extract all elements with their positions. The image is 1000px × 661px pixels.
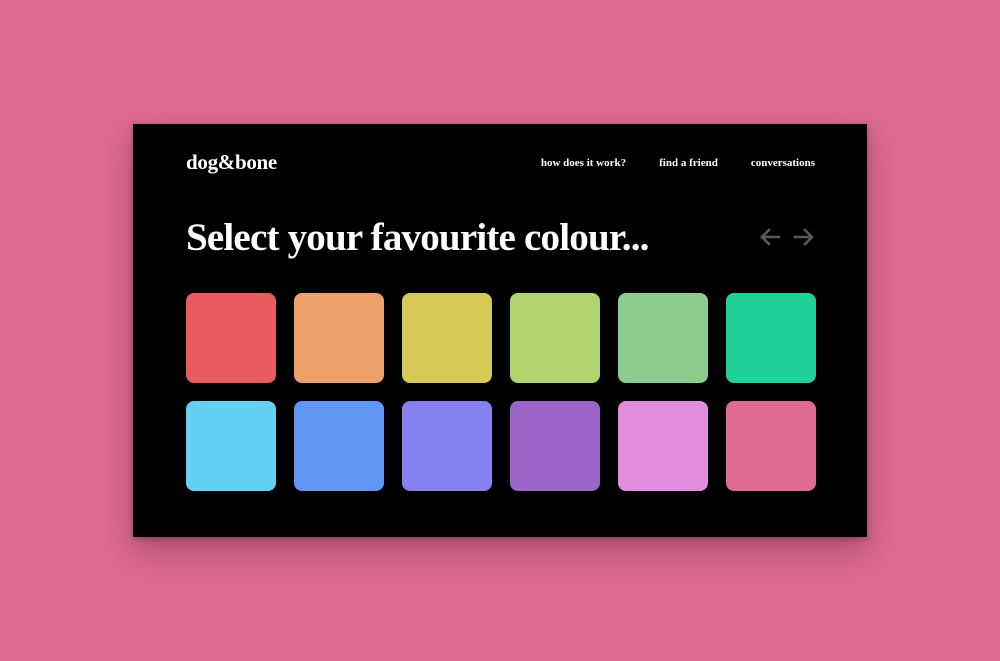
arrow-right-icon[interactable]	[793, 226, 815, 248]
colour-swatch[interactable]	[618, 293, 708, 383]
arrow-left-icon[interactable]	[759, 226, 781, 248]
colour-swatch[interactable]	[294, 293, 384, 383]
colour-swatch[interactable]	[726, 293, 816, 383]
colour-swatch[interactable]	[402, 293, 492, 383]
colour-swatch[interactable]	[726, 401, 816, 491]
main-nav: how does it work? find a friend conversa…	[541, 157, 815, 169]
colour-swatch[interactable]	[510, 293, 600, 383]
colour-swatch[interactable]	[618, 401, 708, 491]
colour-swatch-grid	[186, 293, 816, 491]
page-title: Select your favourite colour...	[186, 216, 649, 259]
colour-swatch[interactable]	[186, 401, 276, 491]
colour-swatch[interactable]	[402, 401, 492, 491]
colour-swatch[interactable]	[186, 293, 276, 383]
nav-link-find-a-friend[interactable]: find a friend	[659, 157, 718, 169]
nav-link-how-it-works[interactable]: how does it work?	[541, 157, 626, 169]
brand-logo[interactable]: dog&bone	[186, 150, 277, 175]
colour-swatch[interactable]	[294, 401, 384, 491]
pager-controls	[759, 226, 815, 248]
app-screen: dog&bone how does it work? find a friend…	[133, 124, 867, 537]
colour-swatch[interactable]	[510, 401, 600, 491]
nav-link-conversations[interactable]: conversations	[751, 157, 815, 169]
